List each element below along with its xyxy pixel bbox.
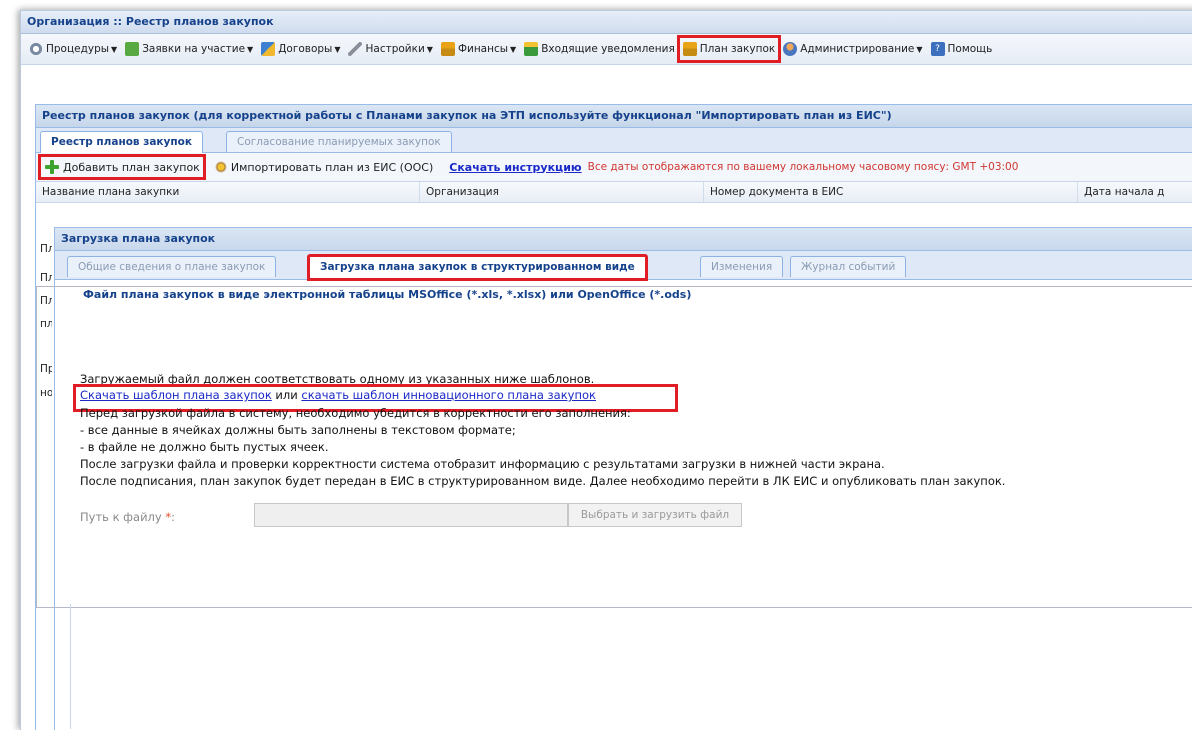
grid-row-stub[interactable]: Пл	[36, 243, 52, 255]
tab-general-info[interactable]: Общие сведения о плане закупок	[67, 256, 277, 277]
after-sign-line: После подписания, план закупок будет пер…	[80, 474, 1006, 488]
after-upload-line: После загрузки файла и проверки корректн…	[80, 457, 885, 471]
col-start-date[interactable]: Дата начала д	[1078, 182, 1192, 202]
menu-settings[interactable]: Настройки ▼	[344, 37, 436, 61]
registry-toolbar: Добавить план закупок Импортировать план…	[36, 153, 1192, 182]
menu-purchase-plan[interactable]: План закупок	[676, 35, 782, 63]
required-marker: *	[165, 510, 172, 524]
file-path-label: Путь к файлу *:	[80, 510, 175, 524]
fieldset-legend: Файл плана закупок в виде электронной та…	[80, 288, 695, 301]
contracts-icon	[261, 42, 276, 56]
help-icon: ?	[930, 42, 945, 56]
admin-icon	[783, 42, 798, 56]
import-plan-button[interactable]: Импортировать план из ЕИС (ООС)	[210, 156, 437, 178]
download-template-link[interactable]: Скачать шаблон плана закупок	[80, 388, 272, 402]
window-title: Организация :: Реестр планов закупок	[21, 11, 1192, 34]
applications-icon	[125, 42, 140, 56]
tab-approval[interactable]: Согласование планируемых закупок	[226, 131, 452, 152]
no-empty-cells-line: - в файле не должно быть пустых ячеек.	[80, 440, 329, 454]
grid-header: Название плана закупки Организация Номер…	[36, 182, 1192, 203]
finance-icon	[440, 42, 455, 56]
chevron-down-icon: ▼	[426, 44, 433, 54]
col-eis-number[interactable]: Номер документа в ЕИС	[704, 182, 1079, 202]
dialog-tabs: Общие сведения о плане закупок Загрузка …	[55, 251, 1192, 281]
menu-procedures[interactable]: Процедуры ▼	[25, 37, 121, 61]
tab-event-log[interactable]: Журнал событий	[790, 256, 907, 277]
timezone-note: Все даты отображаются по вашему локально…	[587, 161, 1019, 173]
settings-icon	[348, 42, 363, 56]
col-organization[interactable]: Организация	[420, 182, 704, 202]
chevron-down-icon: ▼	[111, 44, 118, 54]
check-line: Перед загрузкой файла в систему, необход…	[80, 406, 631, 420]
notifications-icon	[524, 42, 539, 56]
tab-changes[interactable]: Изменения	[700, 256, 784, 277]
menu-contracts[interactable]: Договоры ▼	[257, 37, 344, 61]
procedures-icon	[29, 42, 43, 56]
add-plan-button[interactable]: Добавить план закупок	[38, 154, 206, 180]
grid-row-stub[interactable]: Пл	[36, 272, 52, 284]
download-instruction-link[interactable]: Скачать инструкцию	[449, 161, 581, 174]
tab-registry[interactable]: Реестр планов закупок	[40, 131, 203, 153]
plus-icon	[44, 159, 60, 175]
chevron-down-icon: ▼	[334, 44, 341, 54]
import-icon	[213, 160, 228, 174]
menu-finance[interactable]: Финансы ▼	[437, 37, 520, 61]
chevron-down-icon: ▼	[247, 44, 254, 54]
main-menu: Процедуры ▼ Заявки на участие ▼ Договоры ▼ …	[21, 34, 1192, 65]
chevron-down-icon: ▼	[510, 44, 517, 54]
select-upload-file-button[interactable]: Выбрать и загрузить файл	[568, 503, 742, 527]
text-format-line: - все данные в ячейках должны быть запол…	[80, 423, 516, 437]
intro-text: Загружаемый файл должен соответствовать …	[80, 372, 595, 386]
menu-applications[interactable]: Заявки на участие ▼	[121, 37, 257, 61]
menu-help[interactable]: ? Помощь	[927, 37, 997, 61]
results-area	[70, 604, 1192, 729]
menu-notifications[interactable]: Входящие уведомления	[520, 37, 679, 61]
col-plan-name[interactable]: Название плана закупки	[36, 182, 421, 202]
download-innovation-template-link[interactable]: скачать шаблон инновационного плана заку…	[301, 388, 596, 402]
chevron-down-icon: ▼	[916, 44, 923, 54]
registry-tabs: Реестр планов закупок Согласование плани…	[36, 128, 1192, 153]
template-links-line: Скачать шаблон плана закупок или скачать…	[80, 388, 596, 402]
file-path-input[interactable]	[254, 503, 568, 527]
dialog-title: Загрузка плана закупок	[55, 228, 1192, 251]
purchase-plan-icon	[682, 42, 697, 56]
menu-administration[interactable]: Администрирование ▼	[779, 37, 926, 61]
panel-title: Реестр планов закупок (для корректной ра…	[36, 105, 1192, 128]
tab-structured-upload[interactable]: Загрузка плана закупок в структурированн…	[307, 254, 648, 281]
